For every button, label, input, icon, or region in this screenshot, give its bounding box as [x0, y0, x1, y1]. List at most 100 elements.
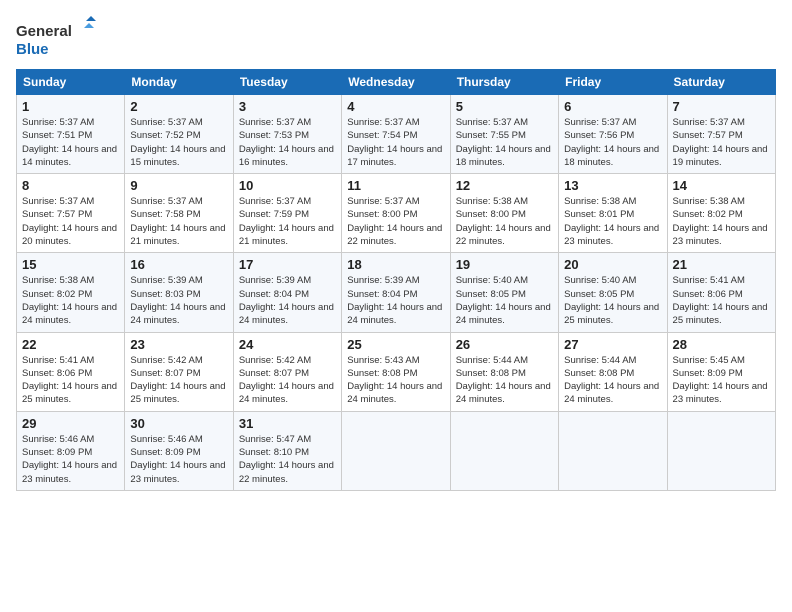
calendar-table: SundayMondayTuesdayWednesdayThursdayFrid… — [16, 69, 776, 491]
day-number: 5 — [456, 99, 553, 114]
svg-text:Blue: Blue — [16, 41, 49, 58]
day-info: Sunrise: 5:40 AM Sunset: 8:05 PM Dayligh… — [456, 274, 553, 327]
week-row-1: 1 Sunrise: 5:37 AM Sunset: 7:51 PM Dayli… — [17, 95, 776, 174]
day-number: 28 — [673, 337, 770, 352]
day-info: Sunrise: 5:37 AM Sunset: 7:57 PM Dayligh… — [22, 195, 119, 248]
calendar-cell: 15 Sunrise: 5:38 AM Sunset: 8:02 PM Dayl… — [17, 253, 125, 332]
day-number: 8 — [22, 178, 119, 193]
day-number: 7 — [673, 99, 770, 114]
weekday-header-row: SundayMondayTuesdayWednesdayThursdayFrid… — [17, 70, 776, 95]
day-number: 14 — [673, 178, 770, 193]
day-info: Sunrise: 5:45 AM Sunset: 8:09 PM Dayligh… — [673, 354, 770, 407]
weekday-header-thursday: Thursday — [450, 70, 558, 95]
calendar-cell: 19 Sunrise: 5:40 AM Sunset: 8:05 PM Dayl… — [450, 253, 558, 332]
weekday-header-sunday: Sunday — [17, 70, 125, 95]
calendar-cell: 16 Sunrise: 5:39 AM Sunset: 8:03 PM Dayl… — [125, 253, 233, 332]
day-info: Sunrise: 5:42 AM Sunset: 8:07 PM Dayligh… — [239, 354, 336, 407]
weekday-header-wednesday: Wednesday — [342, 70, 450, 95]
day-info: Sunrise: 5:37 AM Sunset: 7:51 PM Dayligh… — [22, 116, 119, 169]
day-info: Sunrise: 5:39 AM Sunset: 8:03 PM Dayligh… — [130, 274, 227, 327]
calendar-cell: 4 Sunrise: 5:37 AM Sunset: 7:54 PM Dayli… — [342, 95, 450, 174]
day-info: Sunrise: 5:37 AM Sunset: 7:52 PM Dayligh… — [130, 116, 227, 169]
day-info: Sunrise: 5:37 AM Sunset: 7:55 PM Dayligh… — [456, 116, 553, 169]
day-info: Sunrise: 5:37 AM Sunset: 7:56 PM Dayligh… — [564, 116, 661, 169]
day-number: 2 — [130, 99, 227, 114]
day-number: 20 — [564, 257, 661, 272]
calendar-cell: 25 Sunrise: 5:43 AM Sunset: 8:08 PM Dayl… — [342, 332, 450, 411]
calendar-cell: 21 Sunrise: 5:41 AM Sunset: 8:06 PM Dayl… — [667, 253, 775, 332]
weekday-header-friday: Friday — [559, 70, 667, 95]
calendar-cell: 29 Sunrise: 5:46 AM Sunset: 8:09 PM Dayl… — [17, 411, 125, 490]
day-info: Sunrise: 5:42 AM Sunset: 8:07 PM Dayligh… — [130, 354, 227, 407]
day-number: 13 — [564, 178, 661, 193]
day-info: Sunrise: 5:44 AM Sunset: 8:08 PM Dayligh… — [564, 354, 661, 407]
calendar-cell: 1 Sunrise: 5:37 AM Sunset: 7:51 PM Dayli… — [17, 95, 125, 174]
day-number: 9 — [130, 178, 227, 193]
logo: General Blue — [16, 16, 96, 61]
day-info: Sunrise: 5:37 AM Sunset: 7:54 PM Dayligh… — [347, 116, 444, 169]
calendar-cell: 7 Sunrise: 5:37 AM Sunset: 7:57 PM Dayli… — [667, 95, 775, 174]
day-number: 22 — [22, 337, 119, 352]
calendar-cell: 20 Sunrise: 5:40 AM Sunset: 8:05 PM Dayl… — [559, 253, 667, 332]
day-number: 24 — [239, 337, 336, 352]
calendar-cell: 6 Sunrise: 5:37 AM Sunset: 7:56 PM Dayli… — [559, 95, 667, 174]
day-number: 30 — [130, 416, 227, 431]
calendar-cell: 27 Sunrise: 5:44 AM Sunset: 8:08 PM Dayl… — [559, 332, 667, 411]
day-info: Sunrise: 5:41 AM Sunset: 8:06 PM Dayligh… — [673, 274, 770, 327]
calendar-cell: 28 Sunrise: 5:45 AM Sunset: 8:09 PM Dayl… — [667, 332, 775, 411]
day-info: Sunrise: 5:46 AM Sunset: 8:09 PM Dayligh… — [130, 433, 227, 486]
day-number: 18 — [347, 257, 444, 272]
weekday-header-saturday: Saturday — [667, 70, 775, 95]
day-info: Sunrise: 5:38 AM Sunset: 8:02 PM Dayligh… — [673, 195, 770, 248]
calendar-cell: 23 Sunrise: 5:42 AM Sunset: 8:07 PM Dayl… — [125, 332, 233, 411]
day-number: 25 — [347, 337, 444, 352]
calendar-cell: 8 Sunrise: 5:37 AM Sunset: 7:57 PM Dayli… — [17, 174, 125, 253]
calendar-cell: 9 Sunrise: 5:37 AM Sunset: 7:58 PM Dayli… — [125, 174, 233, 253]
day-info: Sunrise: 5:46 AM Sunset: 8:09 PM Dayligh… — [22, 433, 119, 486]
day-info: Sunrise: 5:37 AM Sunset: 7:58 PM Dayligh… — [130, 195, 227, 248]
day-info: Sunrise: 5:41 AM Sunset: 8:06 PM Dayligh… — [22, 354, 119, 407]
day-number: 16 — [130, 257, 227, 272]
day-info: Sunrise: 5:37 AM Sunset: 7:59 PM Dayligh… — [239, 195, 336, 248]
week-row-2: 8 Sunrise: 5:37 AM Sunset: 7:57 PM Dayli… — [17, 174, 776, 253]
calendar-cell: 12 Sunrise: 5:38 AM Sunset: 8:00 PM Dayl… — [450, 174, 558, 253]
calendar-cell: 26 Sunrise: 5:44 AM Sunset: 8:08 PM Dayl… — [450, 332, 558, 411]
calendar-cell: 10 Sunrise: 5:37 AM Sunset: 7:59 PM Dayl… — [233, 174, 341, 253]
day-info: Sunrise: 5:38 AM Sunset: 8:02 PM Dayligh… — [22, 274, 119, 327]
calendar-cell — [559, 411, 667, 490]
day-number: 1 — [22, 99, 119, 114]
calendar-cell — [342, 411, 450, 490]
calendar-cell: 3 Sunrise: 5:37 AM Sunset: 7:53 PM Dayli… — [233, 95, 341, 174]
day-info: Sunrise: 5:37 AM Sunset: 8:00 PM Dayligh… — [347, 195, 444, 248]
day-number: 27 — [564, 337, 661, 352]
day-info: Sunrise: 5:37 AM Sunset: 7:53 PM Dayligh… — [239, 116, 336, 169]
day-number: 11 — [347, 178, 444, 193]
day-number: 3 — [239, 99, 336, 114]
page-header: General Blue — [16, 16, 776, 61]
day-info: Sunrise: 5:38 AM Sunset: 8:00 PM Dayligh… — [456, 195, 553, 248]
calendar-cell: 24 Sunrise: 5:42 AM Sunset: 8:07 PM Dayl… — [233, 332, 341, 411]
day-number: 31 — [239, 416, 336, 431]
calendar-cell: 11 Sunrise: 5:37 AM Sunset: 8:00 PM Dayl… — [342, 174, 450, 253]
day-number: 21 — [673, 257, 770, 272]
day-info: Sunrise: 5:39 AM Sunset: 8:04 PM Dayligh… — [239, 274, 336, 327]
day-info: Sunrise: 5:47 AM Sunset: 8:10 PM Dayligh… — [239, 433, 336, 486]
day-number: 4 — [347, 99, 444, 114]
day-info: Sunrise: 5:37 AM Sunset: 7:57 PM Dayligh… — [673, 116, 770, 169]
calendar-cell: 22 Sunrise: 5:41 AM Sunset: 8:06 PM Dayl… — [17, 332, 125, 411]
calendar-cell: 13 Sunrise: 5:38 AM Sunset: 8:01 PM Dayl… — [559, 174, 667, 253]
day-number: 19 — [456, 257, 553, 272]
weekday-header-tuesday: Tuesday — [233, 70, 341, 95]
day-number: 6 — [564, 99, 661, 114]
calendar-cell: 14 Sunrise: 5:38 AM Sunset: 8:02 PM Dayl… — [667, 174, 775, 253]
week-row-4: 22 Sunrise: 5:41 AM Sunset: 8:06 PM Dayl… — [17, 332, 776, 411]
weekday-header-monday: Monday — [125, 70, 233, 95]
calendar-cell — [450, 411, 558, 490]
calendar-cell: 31 Sunrise: 5:47 AM Sunset: 8:10 PM Dayl… — [233, 411, 341, 490]
day-number: 17 — [239, 257, 336, 272]
calendar-cell: 5 Sunrise: 5:37 AM Sunset: 7:55 PM Dayli… — [450, 95, 558, 174]
calendar-cell: 18 Sunrise: 5:39 AM Sunset: 8:04 PM Dayl… — [342, 253, 450, 332]
week-row-3: 15 Sunrise: 5:38 AM Sunset: 8:02 PM Dayl… — [17, 253, 776, 332]
svg-text:General: General — [16, 23, 72, 40]
day-info: Sunrise: 5:44 AM Sunset: 8:08 PM Dayligh… — [456, 354, 553, 407]
